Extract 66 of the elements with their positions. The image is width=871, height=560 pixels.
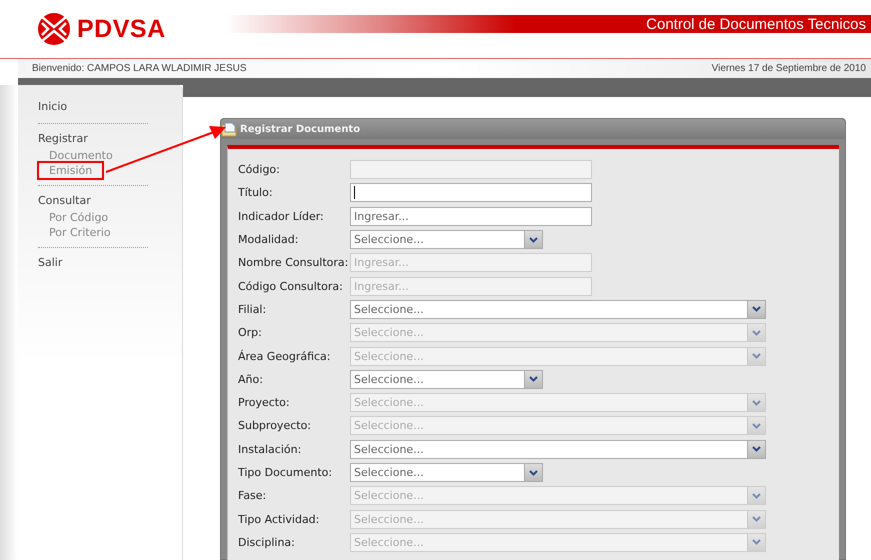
placeholder-text: Seleccione... <box>354 536 424 549</box>
chevron-down-icon <box>529 236 538 243</box>
placeholder-text: Seleccione... <box>354 419 424 432</box>
field-label: Orp: <box>238 326 263 340</box>
field-label: Área Geográfica: <box>238 350 332 363</box>
welcome-text: Bienvenido: CAMPOS LARA WLADIMIR JESUS <box>32 63 247 74</box>
field-label: Código Consultora: <box>238 280 344 293</box>
placeholder-text: Seleccione... <box>354 442 424 456</box>
folder-icon <box>221 122 237 136</box>
field-label: Filial: <box>238 302 268 316</box>
chevron-down-icon <box>529 376 538 382</box>
field-label: Indicador Líder: <box>238 210 325 223</box>
field-label: Tipo Actividad: <box>238 512 320 526</box>
submenu-item[interactable]: Por Criterio <box>49 225 111 240</box>
dropdown-field[interactable]: Seleccione... <box>350 463 543 482</box>
chevron-down-icon <box>752 330 761 336</box>
field-label: Título: <box>238 186 274 200</box>
chevron-down-icon <box>752 400 761 406</box>
chevron-down-icon <box>752 539 761 546</box>
placeholder-text: Seleccione... <box>354 512 424 526</box>
date-text: Viernes 17 de Septiembre de 2010 <box>712 63 866 74</box>
placeholder-text: Seleccione... <box>354 372 424 386</box>
field-label: Instalación: <box>238 442 302 456</box>
placeholder-text: Seleccione... <box>354 233 424 246</box>
field-label: Fase: <box>238 489 268 502</box>
brand-name: PDVSA <box>77 14 166 44</box>
menu-item[interactable]: Inicio <box>38 100 68 113</box>
field-label: Tipo Documento: <box>238 466 334 479</box>
placeholder-text: Seleccione... <box>354 326 424 340</box>
dropdown-field[interactable]: Seleccione... <box>350 230 543 250</box>
dropdown-field[interactable]: Seleccione... <box>350 300 766 319</box>
chevron-down-icon <box>752 516 761 522</box>
field-label: Código: <box>238 163 281 176</box>
placeholder-text: Seleccione... <box>354 396 424 410</box>
chevron-down-icon <box>752 492 761 499</box>
app-title: Control de Documentos Tecnicos <box>646 16 866 32</box>
chevron-down-icon <box>752 353 761 360</box>
chevron-down-icon <box>752 446 761 452</box>
chevron-down-icon <box>529 470 538 476</box>
placeholder-text: Seleccione... <box>354 489 424 502</box>
field-label: Nombre Consultora: <box>238 256 350 270</box>
placeholder-text: Seleccione... <box>354 466 424 479</box>
chevron-down-icon <box>752 422 761 429</box>
placeholder-text: Seleccione... <box>354 302 424 316</box>
submenu-item[interactable]: Emisión <box>39 163 102 178</box>
submenu-item[interactable]: Documento <box>49 148 113 163</box>
field-label: Subproyecto: <box>238 419 312 432</box>
menu-item[interactable]: Consultar <box>38 194 91 207</box>
text-field[interactable]: Ingresar... <box>350 206 592 226</box>
text-field[interactable] <box>350 183 592 202</box>
window-title: Registrar Documento <box>240 124 360 134</box>
menu-item[interactable]: Registrar <box>38 132 88 145</box>
field-label: Modalidad: <box>238 233 300 246</box>
menu-item[interactable]: Salir <box>38 256 62 269</box>
dropdown-field[interactable]: Seleccione... <box>350 370 543 389</box>
field-label: Disciplina: <box>238 536 296 549</box>
field-label: Año: <box>238 372 264 386</box>
chevron-down-icon <box>752 306 761 312</box>
dropdown-field[interactable]: Seleccione... <box>350 440 766 459</box>
field-label: Proyecto: <box>238 396 291 410</box>
placeholder-text: Ingresar... <box>354 280 409 293</box>
placeholder-text: Ingresar... <box>354 256 409 270</box>
logo-icon <box>37 12 71 46</box>
submenu-item[interactable]: Por Código <box>49 210 108 225</box>
placeholder-text: Seleccione... <box>354 350 424 363</box>
placeholder-text: Ingresar... <box>354 210 409 223</box>
